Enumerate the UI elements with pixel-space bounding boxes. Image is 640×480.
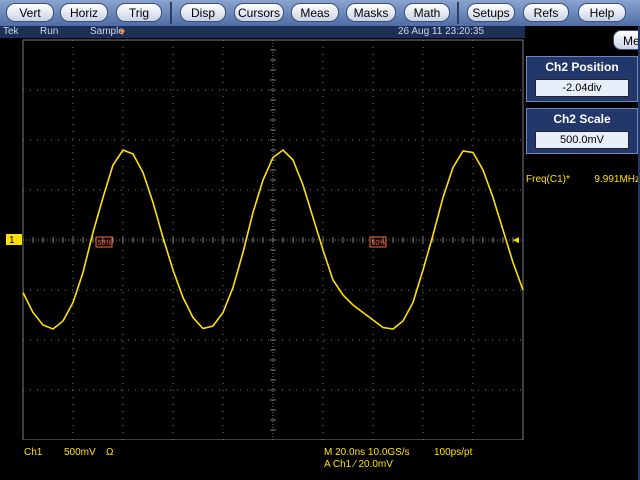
menu-cursors-button[interactable]: Cursors [234,3,284,22]
ch2-position-control[interactable]: Ch2 Position -2.04div [526,56,638,102]
trigger-position-icon: ▼ [118,27,127,37]
readout-coupling: Ω [106,447,114,458]
menu-meas-button[interactable]: Meas [291,3,339,22]
ch2-position-title: Ch2 Position [545,60,619,74]
menu-help-button[interactable]: Help [578,3,626,22]
channel-1-marker[interactable]: 1 [6,234,22,246]
reference-marker-2: 50% [369,236,387,248]
datetime: 26 Aug 11 23:20:35 [398,26,485,37]
readout-resolution: 100ps/pt [434,447,473,458]
channel-1-marker-label: 1 [9,235,15,246]
menu-trig-button[interactable]: Trig [116,3,162,22]
ch2-scale-value[interactable]: 500.0mV [535,131,629,149]
readout-trigger: A Ch1 ⁄ 20.0mV [324,459,393,470]
brand-label: Tek [3,26,19,37]
reference-marker-1: 50% [95,236,113,248]
run-state: Run [40,26,59,37]
control-panel: Menu Ch2 Position -2.04div Ch2 Scale 500… [525,26,640,480]
menu-masks-button[interactable]: Masks [346,3,396,22]
readout-bar: Ch1 500mV Ω M 20.0ns 10.0GS/s 100ps/pt A… [0,440,525,480]
reference-percent: 50% [372,240,386,247]
menu-setups-button[interactable]: Setups [467,3,515,22]
trigger-level-arrow-icon[interactable]: ◄ [511,235,521,246]
menu-separator [170,2,172,24]
menu-math-button[interactable]: Math [404,3,450,22]
readout-volts-div: 500mV [64,447,96,458]
menu-horiz-button[interactable]: Horiz [60,3,108,22]
menu-button[interactable]: Menu [613,30,640,50]
readout-timebase: M 20.0ns 10.0GS/s [324,447,410,458]
status-bar: Tek Run Sample ▼ 26 Aug 11 23:20:35 [0,26,525,38]
menu-disp-button[interactable]: Disp [180,3,226,22]
frequency-label: Freq(C1)* [526,174,570,185]
menu-bar: Vert Horiz Trig Disp Cursors Meas Masks … [0,0,640,26]
frequency-value: 9.991MHz [594,174,640,185]
reference-percent: 50% [98,240,112,247]
ch2-position-value[interactable]: -2.04div [535,79,629,97]
waveform-graticule[interactable]: 1 50% 50% ◄ [0,38,525,440]
menu-separator [457,2,459,24]
readout-channel: Ch1 [24,447,43,458]
menu-refs-button[interactable]: Refs [523,3,569,22]
ch2-scale-title: Ch2 Scale [553,112,611,126]
menu-vert-button[interactable]: Vert [6,3,54,22]
ch2-scale-control[interactable]: Ch2 Scale 500.0mV [526,108,638,154]
